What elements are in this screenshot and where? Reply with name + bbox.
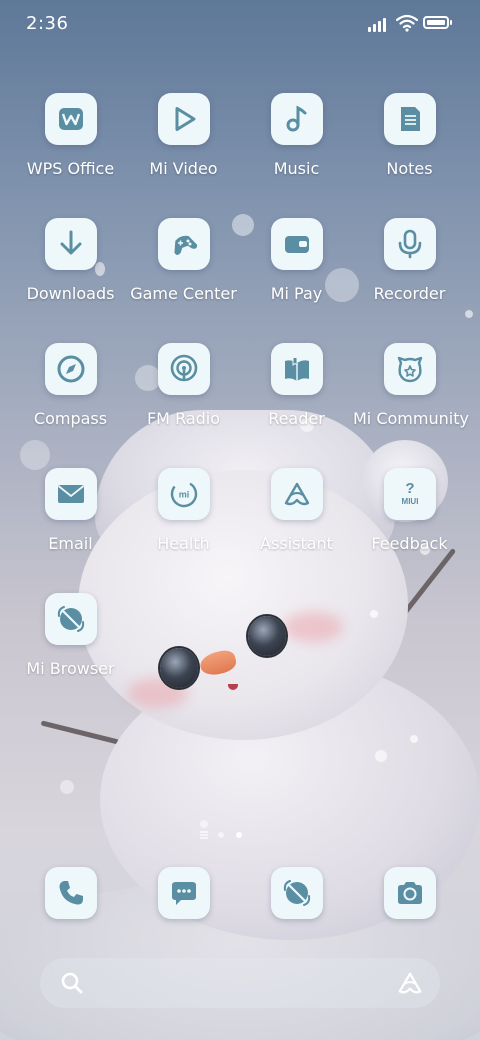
app-mi-browser[interactable]: Mi Browser	[14, 593, 127, 678]
app-label: FM Radio	[146, 409, 221, 428]
assistant-icon	[270, 468, 323, 520]
app-assistant[interactable]: Assistant	[240, 468, 353, 553]
page-dot-active	[236, 832, 242, 838]
app-label: Mi Pay	[270, 284, 323, 303]
dock-browser[interactable]	[240, 867, 353, 919]
notes-icon	[383, 93, 436, 145]
dock-messages[interactable]	[127, 867, 240, 919]
messages-icon	[157, 867, 210, 919]
app-compass[interactable]: Compass	[14, 343, 127, 428]
camera-icon	[383, 867, 436, 919]
search-bar[interactable]	[40, 958, 440, 1008]
download-arrow-icon	[44, 218, 97, 270]
app-label: Notes	[386, 159, 433, 178]
music-note-icon	[270, 93, 323, 145]
book-icon	[270, 343, 323, 395]
app-label: Recorder	[373, 284, 446, 303]
app-recorder[interactable]: Recorder	[353, 218, 466, 303]
cellular-signal-icon	[368, 16, 390, 32]
home-screen: 2:36 WPS Office Mi Video Music Notes Dow…	[0, 0, 480, 1040]
app-mi-community[interactable]: Mi Community	[353, 343, 469, 428]
browser-icon	[270, 867, 323, 919]
app-label: WPS Office	[26, 159, 115, 178]
app-label: Downloads	[26, 284, 115, 303]
microphone-icon	[383, 218, 436, 270]
app-label: Mi Community	[353, 409, 469, 428]
page-dot	[218, 832, 224, 838]
feedback-question-icon: ? MIUI	[383, 468, 436, 520]
app-fm-radio[interactable]: FM Radio	[127, 343, 240, 428]
app-downloads[interactable]: Downloads	[14, 218, 127, 303]
battery-icon	[423, 16, 452, 29]
search-icon[interactable]	[60, 971, 84, 995]
app-label: Feedback	[371, 534, 448, 553]
mi-community-icon	[383, 343, 436, 395]
app-reader[interactable]: Reader	[240, 343, 353, 428]
app-health[interactable]: mi Health	[127, 468, 240, 553]
page-indicator-list-icon	[200, 831, 208, 839]
app-label: Reader	[268, 409, 325, 428]
app-label: Music	[273, 159, 320, 178]
app-label: Mi Video	[149, 159, 218, 178]
health-icon-text: mi	[178, 490, 189, 500]
dock-camera[interactable]	[353, 867, 466, 919]
app-email[interactable]: Email	[14, 468, 127, 553]
wps-office-icon	[44, 93, 97, 145]
gamepad-icon	[157, 218, 210, 270]
svg-text:?: ?	[405, 480, 414, 497]
browser-icon	[44, 593, 97, 645]
app-mi-video[interactable]: Mi Video	[127, 93, 240, 178]
status-time: 2:36	[26, 13, 69, 34]
app-label: Email	[48, 534, 93, 553]
app-label: Game Center	[130, 284, 237, 303]
app-music[interactable]: Music	[240, 93, 353, 178]
app-mi-pay[interactable]: Mi Pay	[240, 218, 353, 303]
envelope-icon	[44, 468, 97, 520]
feedback-icon-text: MIUI	[401, 497, 418, 506]
app-label: Mi Browser	[26, 659, 115, 678]
assistant-icon[interactable]	[396, 969, 424, 997]
app-feedback[interactable]: ? MIUI Feedback	[353, 468, 466, 553]
wallet-icon	[270, 218, 323, 270]
health-ring-icon: mi	[157, 468, 210, 520]
app-game-center[interactable]: Game Center	[127, 218, 240, 303]
radio-signal-icon	[157, 343, 210, 395]
wifi-icon	[396, 14, 418, 32]
app-label: Health	[157, 534, 210, 553]
app-label: Compass	[33, 409, 108, 428]
dock-phone[interactable]	[14, 867, 127, 919]
app-label: Assistant	[260, 534, 333, 553]
page-indicator[interactable]	[0, 829, 480, 841]
play-icon	[157, 93, 210, 145]
app-notes[interactable]: Notes	[353, 93, 466, 178]
app-wps-office[interactable]: WPS Office	[14, 93, 127, 178]
status-bar: 2:36	[0, 0, 480, 50]
phone-icon	[44, 867, 97, 919]
compass-icon	[44, 343, 97, 395]
